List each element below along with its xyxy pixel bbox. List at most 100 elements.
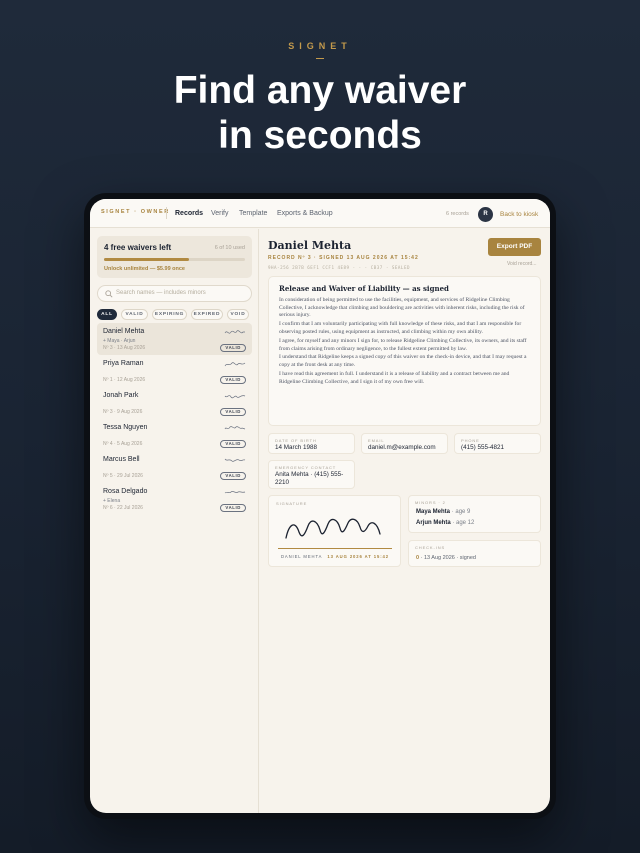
record-meta: Nº 4 · 5 Aug 2026 <box>103 441 143 447</box>
record-list-item[interactable]: Jonah Park Nº 3 · 9 Aug 2026 VALID <box>97 387 252 419</box>
status-badge: VALID <box>220 440 246 448</box>
records-sidebar: 4 free waivers left 6 of 10 used Unlock … <box>90 229 259 813</box>
checkins-count: 0 <box>416 555 420 561</box>
checkins-card: CHECK-INS 0 · 13 Aug 2026 · signed <box>408 540 541 567</box>
field-value: 14 March 1988 <box>275 444 318 451</box>
unlock-unlimited-link[interactable]: Unlock unlimited — $5.99 once <box>104 266 185 272</box>
minor-item: Arjun Mehta · age 12 <box>416 520 474 526</box>
field-value: (415) 555-4821 <box>461 444 505 451</box>
filter-expired[interactable]: EXPIRED <box>191 309 223 320</box>
minors-label: MINORS · 2 <box>415 500 446 505</box>
field-email: EMAIL daniel.m@example.com <box>361 433 448 454</box>
field-label: EMERGENCY CONTACT <box>275 465 337 470</box>
signature-thumbnail-icon <box>224 426 246 430</box>
tablet-screen: SIGNET · OWNER Records Verify Template E… <box>90 199 550 813</box>
field-label: DATE OF BIRTH <box>275 438 317 443</box>
search-input[interactable]: Search names — includes minors <box>97 285 252 302</box>
signature-thumbnail-icon <box>224 395 246 399</box>
waiver-title: Release and Waiver of Liability — as sig… <box>279 284 449 293</box>
nav-divider <box>166 207 167 219</box>
record-list-item[interactable]: Marcus Bell Nº 5 · 29 Jul 2026 VALID <box>97 451 252 483</box>
status-badge: VALID <box>220 504 246 512</box>
signature-date: 13 AUG 2026 AT 15:42 <box>327 554 389 559</box>
nav-tab-verify[interactable]: Verify <box>211 210 229 217</box>
quota-progress-fill <box>104 258 189 261</box>
signature-thumbnail-icon <box>224 491 246 494</box>
export-pdf-button[interactable]: Export PDF <box>488 238 541 256</box>
checkins-detail: · 13 Aug 2026 · signed <box>420 555 476 561</box>
record-name: Jonah Park <box>103 392 139 399</box>
field-label: EMAIL <box>368 438 385 443</box>
brand-wordmark: SIGNET <box>288 41 352 51</box>
record-minors: + Maya · Arjun <box>103 338 136 344</box>
status-badge: VALID <box>220 472 246 480</box>
field-emergency-contact: EMERGENCY CONTACT Anita Mehta · (415) 55… <box>268 460 355 489</box>
minor-age: · age 9 <box>451 509 471 515</box>
waiver-text-card: Release and Waiver of Liability — as sig… <box>268 276 541 426</box>
record-name: Marcus Bell <box>103 456 140 463</box>
minors-card: MINORS · 2 Maya Mehta · age 9 Arjun Meht… <box>408 495 541 533</box>
record-meta: Nº 3 · 13 Aug 2026 <box>103 345 146 351</box>
back-to-kiosk-link[interactable]: Back to kiosk <box>500 211 538 218</box>
status-badge: VALID <box>220 376 246 384</box>
field-value: Anita Mehta · (415) 555-2210 <box>275 471 344 486</box>
nav-tab-exports[interactable]: Exports & Backup <box>277 210 333 217</box>
detail-record-meta: RECORD Nº 3 · SIGNED 13 AUG 2026 AT 15:4… <box>268 255 419 261</box>
record-list-item[interactable]: Priya Raman Nº 1 · 12 Aug 2026 VALID <box>97 355 252 387</box>
user-avatar[interactable]: R <box>478 207 493 222</box>
top-nav: SIGNET · OWNER Records Verify Template E… <box>90 199 550 228</box>
headline-line-1: Find any waiver <box>173 69 467 112</box>
waiver-paragraph: I agree, for myself and any minors I sig… <box>279 337 527 352</box>
search-placeholder: Search names — includes minors <box>116 290 206 296</box>
detail-hash: 9HA-256 2B7B 6EF1 CCF1 4E89 · · · CB37 ·… <box>268 265 410 270</box>
record-meta: Nº 6 · 22 Jul 2026 <box>103 505 143 511</box>
field-label: PHONE <box>461 438 480 443</box>
waiver-paragraph: I confirm that I am voluntarily particip… <box>279 321 522 335</box>
detail-name: Daniel Mehta <box>268 239 352 252</box>
field-value: daniel.m@example.com <box>368 444 436 451</box>
field-phone: PHONE (415) 555-4821 <box>454 433 541 454</box>
promo-headline: Find any waiver in seconds <box>0 68 640 158</box>
filter-void[interactable]: VOID <box>227 309 249 320</box>
record-minors: + Elena <box>103 498 121 504</box>
quota-title: 4 free waivers left <box>104 243 172 252</box>
signature-label: SIGNATURE <box>276 501 308 506</box>
quota-progress-bar <box>104 258 245 261</box>
quota-card: 4 free waivers left 6 of 10 used Unlock … <box>97 236 252 278</box>
headline-line-2: in seconds <box>218 114 422 157</box>
record-list-item[interactable]: Rosa Delgado + Elena Nº 6 · 22 Jul 2026 VAL… <box>97 483 252 515</box>
signature-thumbnail-icon <box>224 458 246 462</box>
record-name: Rosa Delgado <box>103 488 148 495</box>
nav-brand: SIGNET · OWNER <box>101 209 170 215</box>
record-meta: Nº 1 · 12 Aug 2026 <box>103 377 146 383</box>
checkins-label: CHECK-INS <box>415 545 446 550</box>
filter-expiring[interactable]: EXPIRING <box>152 309 187 320</box>
record-name: Priya Raman <box>103 360 144 367</box>
minor-age: · age 12 <box>452 520 475 526</box>
record-name: Daniel Mehta <box>103 328 145 335</box>
filter-all[interactable]: ALL <box>97 309 117 320</box>
quota-used: 6 of 10 used <box>214 245 245 251</box>
checkins-text: 0 · 13 Aug 2026 · signed <box>416 555 476 561</box>
filter-valid[interactable]: VALID <box>121 309 148 320</box>
waiver-paragraph: I have read this agreement in full. I un… <box>279 371 510 385</box>
status-badge: VALID <box>220 344 246 352</box>
minor-name: Arjun Mehta <box>416 520 451 526</box>
nav-tab-records[interactable]: Records <box>175 210 203 217</box>
void-record-link[interactable]: Void record... <box>507 261 536 267</box>
waiver-paragraph: In consideration of being permitted to u… <box>279 297 525 319</box>
record-count: 6 records <box>446 211 469 217</box>
record-name: Tessa Nguyen <box>103 424 148 431</box>
signature-image <box>285 518 381 539</box>
signature-thumbnail-icon <box>224 362 246 367</box>
signature-line <box>278 548 392 549</box>
search-icon <box>105 290 113 298</box>
brand-rule <box>316 58 324 59</box>
record-list-item[interactable]: Daniel Mehta + Maya · Arjun Nº 3 · 13 Aug … <box>97 323 252 355</box>
field-date-of-birth: DATE OF BIRTH 14 March 1988 <box>268 433 355 454</box>
nav-tab-template[interactable]: Template <box>239 210 267 217</box>
record-list-item[interactable]: Tessa Nguyen Nº 4 · 5 Aug 2026 VALID <box>97 419 252 451</box>
minor-name: Maya Mehta <box>416 509 451 515</box>
signature-name: DANIEL MEHTA <box>281 554 323 559</box>
tablet-device: SIGNET · OWNER Records Verify Template E… <box>84 193 556 819</box>
